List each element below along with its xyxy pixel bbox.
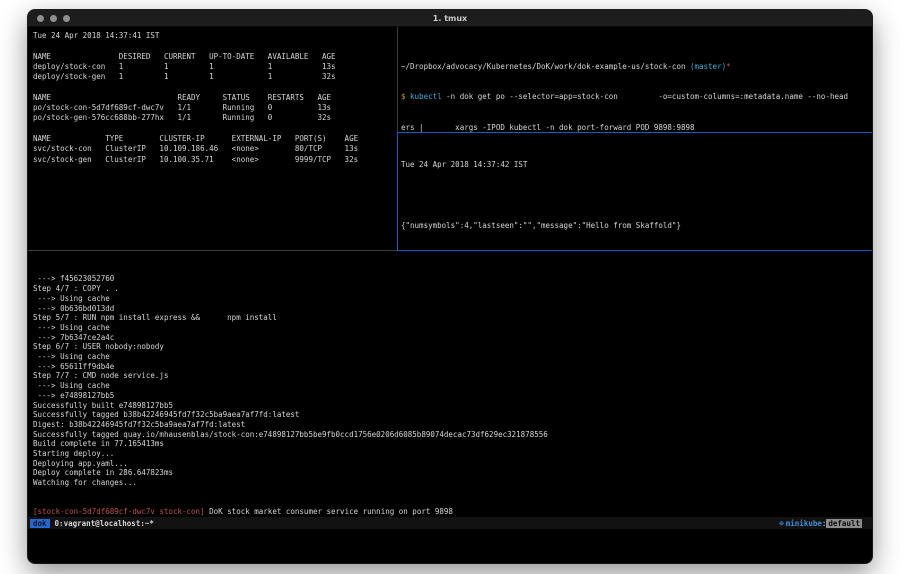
terminal-window: 1. tmux Tue 24 Apr 2018 14:37:41 IST NAM… [28, 10, 872, 563]
tmux-session: Tue 24 Apr 2018 14:37:41 IST NAME DESIRE… [28, 27, 872, 563]
zoom-button[interactable] [63, 15, 70, 22]
pane-skaffold-build[interactable]: ---> f45623052760 Step 4/7 : COPY . . --… [28, 251, 872, 517]
port-forward-output: ~/Dropbox/advocacy/Kubernetes/DoK/work/d… [401, 41, 872, 132]
session-name-badge[interactable]: dok [30, 519, 50, 528]
close-button[interactable] [37, 15, 44, 22]
log-message: DoK stock market consumer service runnin… [205, 507, 453, 516]
json-response: {"numsymbols":4,"lastseen":"","message":… [401, 221, 872, 231]
build-output: ---> f45623052760 Step 4/7 : COPY . . --… [33, 274, 872, 487]
kubectl-watch-output: Tue 24 Apr 2018 14:37:41 IST NAME DESIRE… [33, 31, 397, 165]
kubernetes-wheel-icon: ☸ [779, 519, 784, 528]
command-name: kubectl [406, 92, 442, 101]
window-tab[interactable]: 0:vagrant@localhost:~* [55, 519, 154, 528]
blank-line [401, 190, 872, 200]
pane-kubectl-watch[interactable]: Tue 24 Apr 2018 14:37:41 IST NAME DESIRE… [28, 27, 397, 250]
timestamp: Tue 24 Apr 2018 14:37:42 IST [401, 160, 872, 170]
command-args: -n dok get po --selector=app=stock-con -… [442, 92, 848, 101]
container-log-line: [stock-con-5d7df689cf-dwc7v stock-con] D… [33, 507, 872, 517]
tmux-statusbar: dok 0:vagrant@localhost:~* ☸minikube : d… [28, 517, 872, 529]
traffic-lights [37, 15, 70, 22]
minimize-button[interactable] [50, 15, 57, 22]
window-titlebar[interactable]: 1. tmux [28, 10, 872, 27]
skaffold-response-output: Tue 24 Apr 2018 14:37:42 IST {"numsymbol… [401, 139, 872, 250]
shell-prompt-line: ~/Dropbox/advocacy/Kubernetes/DoK/work/d… [401, 62, 872, 72]
command-output: ers | xargs -IPOD kubectl -n dok port-fo… [401, 123, 872, 132]
pane-skaffold-response[interactable]: Tue 24 Apr 2018 14:37:42 IST {"numsymbol… [398, 133, 872, 250]
kube-namespace-badge: default [826, 519, 862, 528]
git-branch: (master) [690, 62, 726, 71]
window-title: 1. tmux [28, 10, 872, 27]
prompt-path: ~/Dropbox/advocacy/Kubernetes/DoK/work/d… [401, 62, 690, 71]
pane-port-forward[interactable]: ~/Dropbox/advocacy/Kubernetes/DoK/work/d… [398, 27, 872, 132]
command-line: $ kubectl -n dok get po --selector=app=s… [401, 92, 872, 102]
git-dirty-flag: * [726, 62, 731, 71]
build-log: ---> f45623052760 Step 4/7 : COPY . . --… [33, 255, 872, 517]
kube-context-indicator: ☸minikube [779, 519, 822, 528]
kube-context: minikube [786, 519, 822, 528]
log-prefix: [stock-con-5d7df689cf-dwc7v stock-con] [33, 507, 205, 516]
